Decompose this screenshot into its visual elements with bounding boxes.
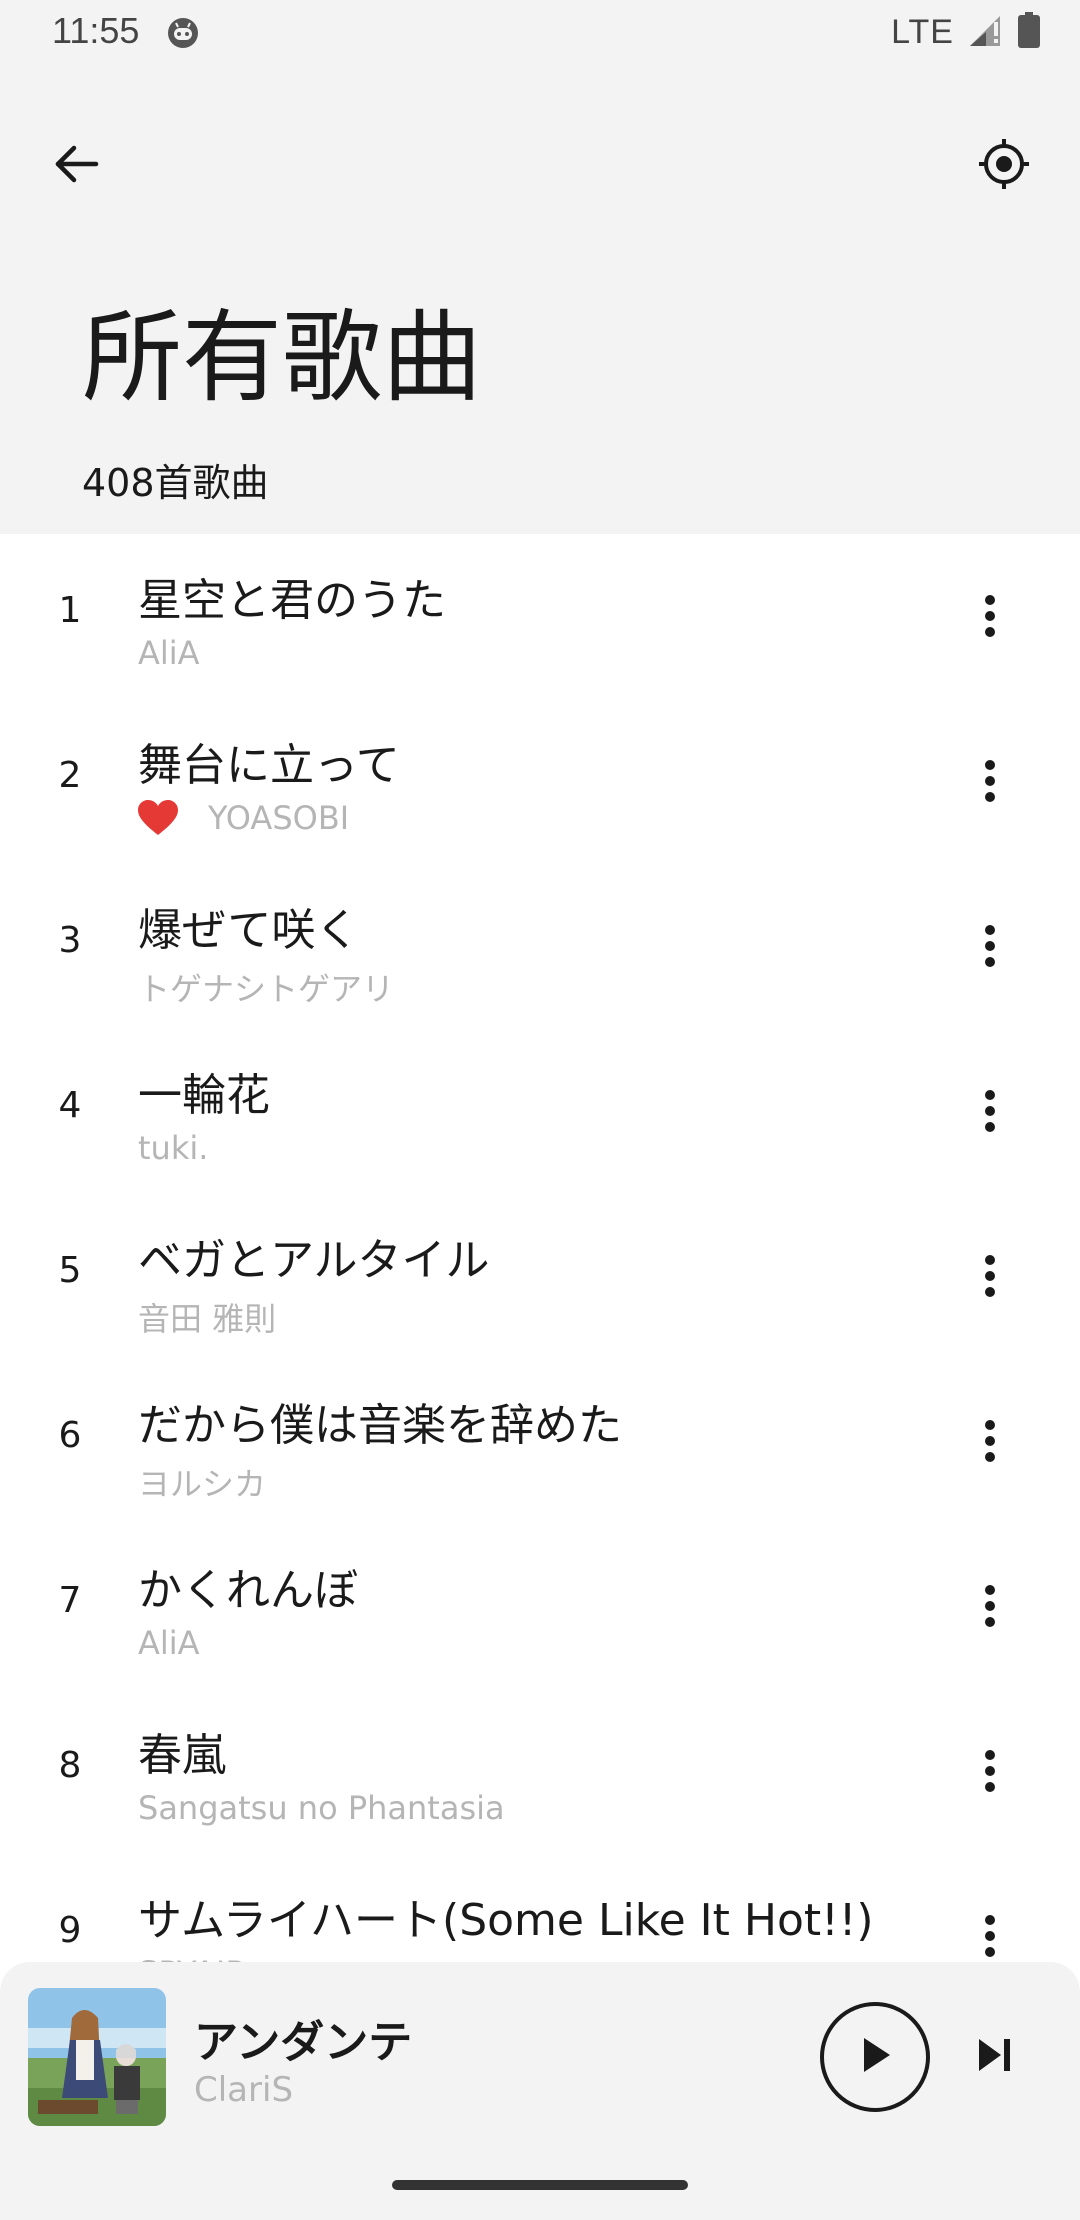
song-artist-row: Sangatsu no Phantasia: [138, 1789, 505, 1827]
play-button[interactable]: [820, 2002, 930, 2112]
song-title: 一輪花: [138, 1070, 270, 1121]
song-index: 1: [58, 590, 82, 631]
song-item[interactable]: 7 かくれんぼ AliA: [0, 1524, 1080, 1689]
song-artist-row: YOASOBI: [138, 799, 349, 837]
album-art[interactable]: [28, 1988, 166, 2126]
song-index: 5: [58, 1250, 82, 1291]
song-item[interactable]: 8 春嵐 Sangatsu no Phantasia: [0, 1689, 1080, 1854]
song-title: 爆ぜて咲く: [138, 905, 360, 956]
song-artist: YOASOBI: [208, 799, 350, 837]
more-options-button[interactable]: [960, 1071, 1020, 1151]
status-indicators: LTE: [891, 12, 1040, 52]
more-vert-icon: [985, 595, 995, 637]
network-type: LTE: [891, 12, 954, 51]
song-artist: AliA: [138, 634, 200, 672]
song-artist-row: tuki.: [138, 1129, 208, 1167]
song-artist: 音田 雅則: [138, 1300, 277, 1338]
song-artist-row: トゲナシトゲアリ: [138, 964, 394, 1010]
song-artist-row: ヨルシカ: [138, 1459, 266, 1505]
song-index: 3: [58, 920, 82, 961]
song-index: 6: [58, 1415, 82, 1456]
song-index: 7: [58, 1580, 82, 1621]
back-button[interactable]: [40, 130, 112, 202]
skip-next-button[interactable]: [960, 2022, 1030, 2092]
android-robot-icon: [166, 16, 200, 50]
more-options-button[interactable]: [960, 1401, 1020, 1481]
song-item[interactable]: 1 星空と君のうた AliA: [0, 534, 1080, 699]
song-artist-row: AliA: [138, 634, 200, 672]
locate-current-song-button[interactable]: [968, 130, 1040, 202]
skip-next-icon: [975, 2035, 1015, 2079]
song-artist-row: AliA: [138, 1624, 200, 1662]
crosshair-icon: [977, 137, 1031, 195]
song-artist: AliA: [138, 1624, 200, 1662]
song-artist: ヨルシカ: [138, 1465, 267, 1503]
more-options-button[interactable]: [960, 906, 1020, 986]
song-item[interactable]: 6 だから僕は音楽を辞めた ヨルシカ: [0, 1359, 1080, 1524]
now-playing-artist: ClariS: [194, 2070, 294, 2110]
status-bar: 11:55 LTE: [0, 0, 1080, 66]
song-item[interactable]: 5 ベガとアルタイル 音田 雅則: [0, 1194, 1080, 1359]
top-app-bar: [0, 66, 1080, 256]
heart-icon: [138, 800, 178, 836]
song-list: 1 星空と君のうた AliA 2 舞台に立って YOASOBI 3 爆ぜて咲く …: [0, 534, 1080, 2019]
song-title: ベガとアルタイル: [138, 1235, 490, 1286]
song-index: 4: [58, 1085, 82, 1126]
song-title: 星空と君のうた: [138, 575, 446, 626]
song-artist: Sangatsu no Phantasia: [138, 1789, 505, 1827]
home-indicator[interactable]: [392, 2180, 688, 2190]
more-options-button[interactable]: [960, 576, 1020, 656]
signal-icon: [968, 12, 1004, 52]
more-vert-icon: [985, 1090, 995, 1132]
song-index: 8: [58, 1745, 82, 1786]
play-icon: [858, 2036, 892, 2078]
more-vert-icon: [985, 1585, 995, 1627]
more-options-button[interactable]: [960, 1731, 1020, 1811]
song-artist-row: 音田 雅則: [138, 1294, 276, 1340]
more-vert-icon: [985, 1750, 995, 1792]
song-title: かくれんぼ: [138, 1565, 358, 1616]
page-title: 所有歌曲: [82, 299, 482, 416]
more-options-button[interactable]: [960, 1566, 1020, 1646]
more-options-button[interactable]: [960, 741, 1020, 821]
more-vert-icon: [985, 925, 995, 967]
song-item[interactable]: 4 一輪花 tuki.: [0, 1029, 1080, 1194]
song-item[interactable]: 3 爆ぜて咲く トゲナシトゲアリ: [0, 864, 1080, 1029]
song-title: だから僕は音楽を辞めた: [138, 1400, 622, 1451]
song-artist: tuki.: [138, 1129, 209, 1167]
song-artist: トゲナシトゲアリ: [138, 970, 395, 1008]
song-item[interactable]: 2 舞台に立って YOASOBI: [0, 699, 1080, 864]
song-count: 408首歌曲: [82, 461, 269, 505]
more-vert-icon: [985, 1255, 995, 1297]
title-section: 所有歌曲 408首歌曲: [0, 256, 1080, 534]
song-title: 舞台に立って: [138, 740, 400, 791]
now-playing-title: アンダンテ: [194, 2017, 413, 2068]
more-vert-icon: [985, 1915, 995, 1957]
song-title: サムライハート(Some Like It Hot!!): [138, 1895, 874, 1946]
status-time: 11:55: [52, 10, 140, 51]
more-options-button[interactable]: [960, 1236, 1020, 1316]
song-title: 春嵐: [138, 1730, 226, 1781]
song-index: 9: [58, 1910, 82, 1951]
more-vert-icon: [985, 1420, 995, 1462]
song-index: 2: [58, 755, 82, 796]
more-vert-icon: [985, 760, 995, 802]
arrow-left-icon: [50, 138, 102, 194]
battery-icon: [1018, 12, 1040, 52]
